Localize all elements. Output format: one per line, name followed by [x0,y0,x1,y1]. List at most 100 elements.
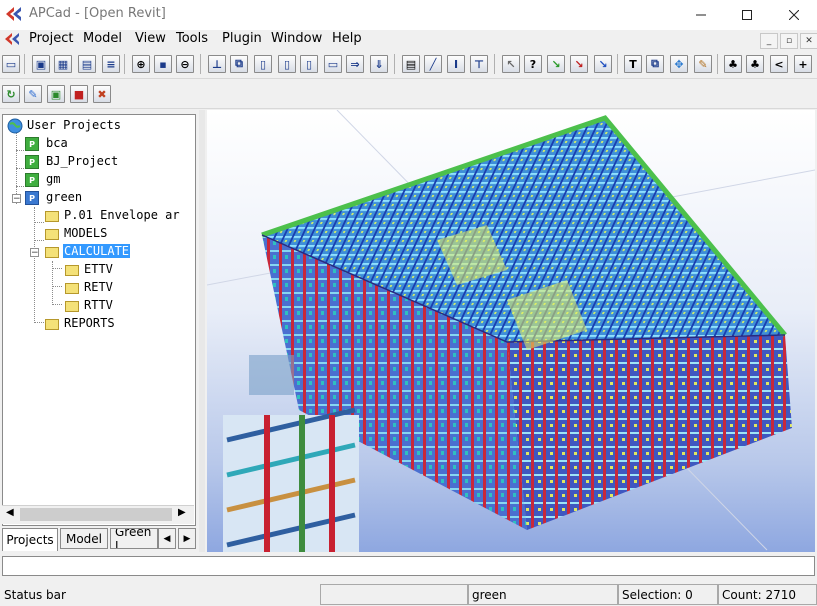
toolbar-separator [124,54,125,74]
status-count: Count: 2710 [718,584,817,605]
share-icon[interactable]: < [770,55,788,73]
box-b-icon[interactable]: ▯ [278,55,296,73]
move-green-icon[interactable]: ↘ [547,55,565,73]
edit-pencil-icon[interactable]: ✎ [694,55,712,73]
status-selection: Selection: 0 [618,584,718,605]
draw-line-icon[interactable]: ╱ [424,55,442,73]
box-d-icon[interactable]: ▭ [324,55,342,73]
menu-help[interactable]: Help [332,31,362,46]
window-title: APCad - [Open Revit] [29,6,166,21]
box-e-icon[interactable]: ⇒ [346,55,364,73]
tree-item-bj-project[interactable]: BJ_Project [46,154,118,168]
window-a-icon[interactable]: ▦ [54,55,72,73]
tree-b-icon[interactable]: ♣ [746,55,764,73]
text-icon[interactable]: T [624,55,642,73]
edit-icon[interactable]: ✎ [24,85,42,103]
document-app-icon [5,33,19,45]
toolbar-separator [24,54,25,74]
project-icon: P [25,137,39,151]
move-blue-icon[interactable]: ↘ [594,55,612,73]
tree-root-label[interactable]: User Projects [27,118,121,132]
new-doc-icon[interactable]: ▭ [2,55,20,73]
folder-icon [65,283,79,294]
scroll-left-arrow-icon[interactable]: ◀ [6,507,14,518]
tree-item-bca[interactable]: bca [46,136,68,150]
query-icon[interactable]: ? [524,55,542,73]
menu-plugin[interactable]: Plugin [222,31,262,46]
toolbar-separator [617,54,618,74]
folder-icon [65,301,79,312]
menu-tools[interactable]: Tools [176,31,208,46]
toolbar-separator [200,54,201,74]
folder-icon [45,211,59,222]
tree-item-reports[interactable]: REPORTS [64,316,115,330]
tree-add-icon[interactable]: + [794,55,812,73]
doc-restore-button[interactable]: ▫ [780,33,798,49]
move-red-icon[interactable]: ↘ [570,55,588,73]
minimize-button[interactable] [678,0,724,30]
secondary-toolbar [0,80,817,109]
select-pointer-icon[interactable]: ↖ [502,55,520,73]
menu-view[interactable]: View [135,31,166,46]
tab-green[interactable]: Green I [110,528,158,549]
beam-icon[interactable]: I [447,55,465,73]
building-model-render [207,110,815,552]
globe-icon [7,118,23,134]
tab-projects[interactable]: Projects [2,528,58,551]
folder-icon [65,265,79,276]
tree-item-models[interactable]: MODELS [64,226,107,240]
doc-close-button[interactable]: ✕ [800,33,817,49]
tree-item-gm[interactable]: gm [46,172,60,186]
tree-item-retv[interactable]: RETV [84,280,113,294]
collapse-toggle-green[interactable]: − [12,194,21,204]
menu-window[interactable]: Window [271,31,322,46]
collapse-toggle-calculate[interactable]: − [30,248,39,258]
window-b-icon[interactable]: ▤ [78,55,96,73]
frame-a-icon[interactable]: ⊥ [208,55,226,73]
menu-project[interactable]: Project [29,31,73,46]
toolbar-separator [717,54,718,74]
menu-model[interactable]: Model [83,31,122,46]
delete-icon[interactable]: ✖ [93,85,111,103]
project-tree: User Projects P bca P BJ_Project P gm − … [2,114,196,526]
tree-item-green[interactable]: green [46,190,82,204]
column-icon[interactable]: ⊤ [470,55,488,73]
tree-item-rttv[interactable]: RTTV [84,298,113,312]
lock-icon[interactable]: ■ [70,85,88,103]
maximize-button[interactable] [724,0,770,30]
tree-line [52,286,62,287]
tab-scroll-right-icon[interactable]: ▶ [178,528,196,549]
tab-model[interactable]: Model [60,528,108,549]
frame-b-icon[interactable]: ⧉ [230,55,248,73]
save-icon[interactable]: ▪ [154,55,172,73]
command-input[interactable] [2,556,815,576]
refresh-icon[interactable]: ↻ [2,85,20,103]
align-doc-icon[interactable]: ≡ [102,55,120,73]
doc-minimize-button[interactable]: _ [760,33,778,49]
model-3d-viewport[interactable] [207,110,815,552]
tree-item-envelope[interactable]: P.01 Envelope ar [64,208,180,222]
tab-scroll-left-icon[interactable]: ◀ [158,528,176,549]
tree-item-calculate[interactable]: CALCULATE [63,244,131,258]
panel-splitter[interactable] [199,110,205,552]
box-c-icon[interactable]: ▯ [300,55,318,73]
zoom-out-icon[interactable]: ⊖ [176,55,194,73]
scroll-right-arrow-icon[interactable]: ▶ [178,507,186,518]
tree-line [34,240,44,241]
image-icon[interactable]: ▣ [47,85,65,103]
properties-icon[interactable]: ▤ [402,55,420,73]
close-button[interactable] [771,0,817,30]
folder-icon [45,229,59,240]
folder-open-icon [45,247,59,258]
snap-icon[interactable]: ✥ [670,55,688,73]
toolbar-separator [494,54,495,74]
zoom-in-icon[interactable]: ⊕ [132,55,150,73]
box-f-icon[interactable]: ⇓ [370,55,388,73]
box-a-icon[interactable]: ▯ [254,55,272,73]
tree-item-ettv[interactable]: ETTV [84,262,113,276]
scroll-thumb[interactable] [20,508,172,521]
tree-line [34,207,35,323]
save-as-icon[interactable]: ▣ [32,55,50,73]
tree-a-icon[interactable]: ♣ [724,55,742,73]
copy-icon[interactable]: ⧉ [646,55,664,73]
